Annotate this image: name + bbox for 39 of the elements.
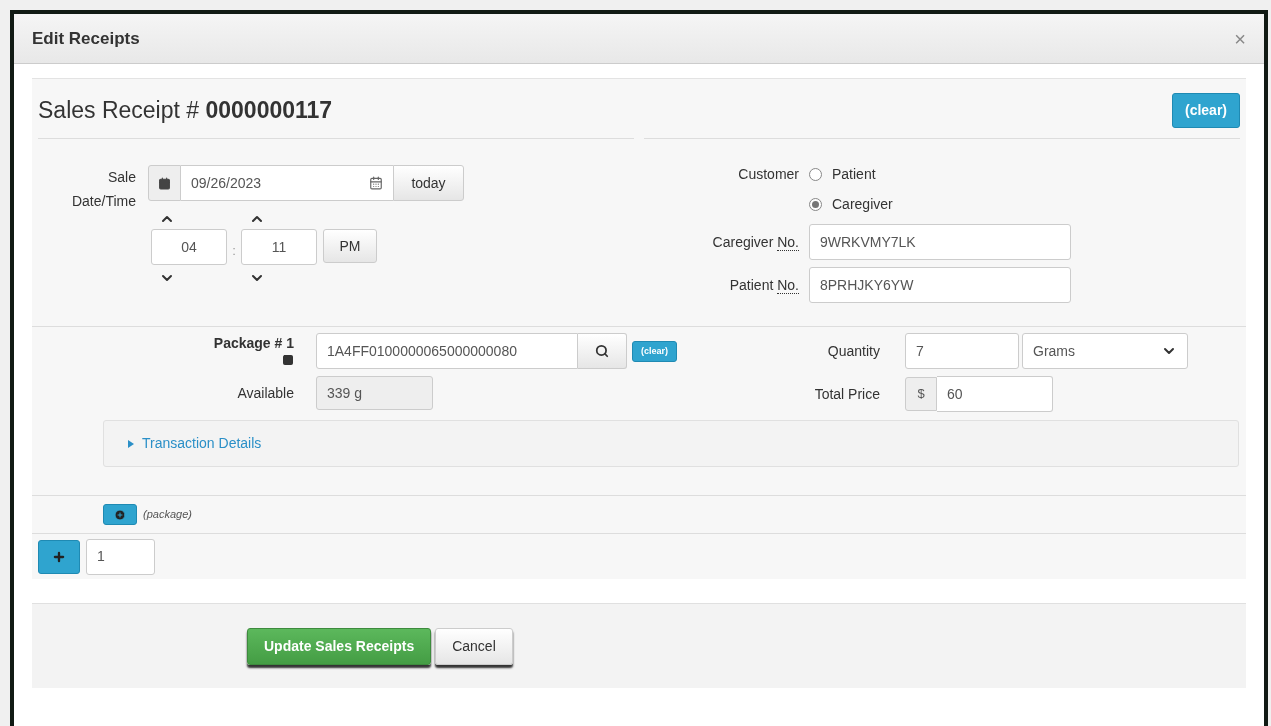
plus-icon: [52, 549, 66, 564]
unit-select[interactable]: Grams: [1022, 333, 1188, 369]
quantity-field[interactable]: 7: [905, 333, 1019, 369]
price-field[interactable]: 60: [937, 376, 1053, 412]
date-field[interactable]: 09/26/2023: [181, 165, 393, 201]
radio-label: Caregiver: [832, 195, 893, 213]
quantity-label: Quantity: [826, 341, 880, 361]
currency-addon: $: [905, 377, 937, 411]
text-field[interactable]: 9WRKVMY7LK: [809, 224, 1071, 260]
today-button[interactable]: today: [393, 165, 464, 201]
customer-label: Customer: [737, 165, 799, 184]
radio-label: Patient: [832, 165, 876, 183]
search-icon: [595, 344, 609, 358]
plus-circle-icon: [114, 508, 126, 521]
dialog-title: Edit Receipts: [32, 27, 140, 50]
sale-datetime-label: Sale Date/Time: [70, 168, 136, 211]
radio-button[interactable]: [809, 167, 822, 181]
add-row-button[interactable]: [38, 539, 80, 574]
add-package-button[interactable]: [103, 504, 137, 525]
time-field[interactable]: 11: [241, 229, 317, 265]
search-button[interactable]: [578, 333, 627, 369]
text-field[interactable]: 8PRHJKY6YW: [809, 267, 1071, 303]
cancel-button[interactable]: Cancel: [435, 627, 513, 665]
package-field[interactable]: 1A4FF0100000065000000080: [316, 333, 578, 369]
time-field[interactable]: 04: [151, 229, 227, 265]
available-field: 339 g: [316, 376, 433, 410]
field-label: Patient No.: [728, 275, 799, 296]
add-package-label: (package): [143, 507, 192, 523]
meridiem-button[interactable]: PM: [323, 229, 377, 263]
receipt-heading: Sales Receipt # 0000000117: [38, 96, 333, 126]
time-separator: :: [231, 242, 237, 261]
radio-button[interactable]: [809, 197, 822, 211]
row-count-field[interactable]: 1: [86, 538, 155, 575]
field-label: Caregiver No.: [711, 232, 799, 253]
total-price-label: Total Price: [813, 384, 880, 404]
available-label: Available: [236, 383, 294, 403]
package-label: Package # 1: [213, 334, 294, 353]
calendar-icon: [369, 176, 383, 190]
calendar-icon: [158, 176, 171, 190]
